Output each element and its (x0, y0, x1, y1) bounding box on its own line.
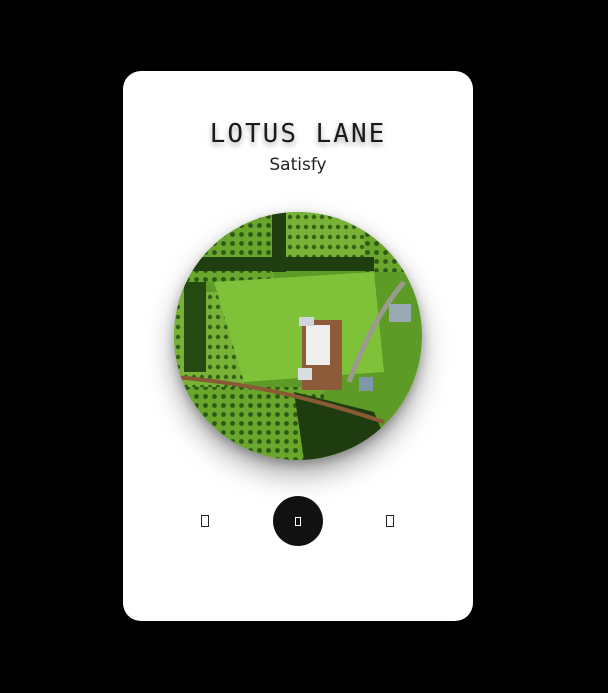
artist-name: Satisfy (269, 155, 327, 175)
album-cover-image (174, 212, 422, 460)
play-icon (295, 516, 301, 526)
playback-controls (123, 496, 473, 546)
previous-track-icon (201, 515, 209, 527)
previous-button[interactable] (180, 496, 230, 546)
song-title: LOTUS LANE (209, 119, 387, 149)
album-cover (174, 212, 422, 460)
music-player-card: LOTUS LANE Satisfy (123, 71, 473, 621)
next-button[interactable] (365, 496, 415, 546)
next-track-icon (386, 515, 394, 527)
play-button[interactable] (273, 496, 323, 546)
